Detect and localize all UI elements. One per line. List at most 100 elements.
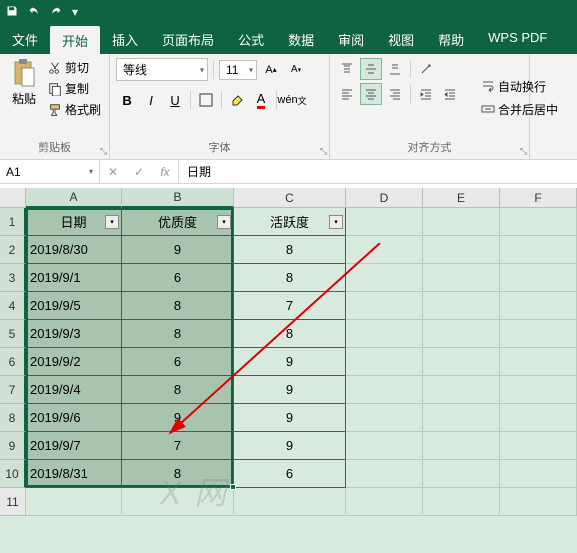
orientation-icon[interactable] <box>415 58 437 80</box>
cell[interactable] <box>500 488 577 516</box>
cell[interactable] <box>423 432 500 460</box>
wrap-text-button[interactable]: 自动换行 <box>481 78 558 95</box>
row-header[interactable]: 3 <box>0 264 26 292</box>
cell[interactable] <box>346 376 423 404</box>
worksheet-grid[interactable]: A B C D E F 1日期▾优质度▾活跃度▾22019/8/30983201… <box>0 188 577 553</box>
filter-dropdown-icon[interactable]: ▾ <box>105 215 119 229</box>
row-header[interactable]: 7 <box>0 376 26 404</box>
font-size-select[interactable]: 11▾ <box>219 60 257 80</box>
increase-indent-icon[interactable] <box>439 83 461 105</box>
copy-button[interactable]: 复制 <box>46 79 103 98</box>
bold-button[interactable]: B <box>116 89 138 111</box>
cell[interactable] <box>500 320 577 348</box>
tab-file[interactable]: 文件 <box>0 24 50 54</box>
cell-date[interactable]: 2019/9/6 <box>26 404 122 432</box>
undo-icon[interactable] <box>28 5 40 20</box>
cell-quality[interactable]: 8 <box>122 320 234 348</box>
row-header[interactable]: 5 <box>0 320 26 348</box>
cell[interactable] <box>346 488 423 516</box>
cut-button[interactable]: 剪切 <box>46 58 103 77</box>
cell-date[interactable]: 2019/8/31 <box>26 460 122 488</box>
tab-home[interactable]: 开始 <box>50 26 100 54</box>
align-top-icon[interactable] <box>336 58 358 80</box>
cell[interactable] <box>423 264 500 292</box>
tab-insert[interactable]: 插入 <box>100 24 150 54</box>
align-left-icon[interactable] <box>336 83 358 105</box>
save-icon[interactable] <box>6 5 18 20</box>
cell-activity[interactable]: 8 <box>234 236 346 264</box>
cell[interactable] <box>500 404 577 432</box>
align-right-icon[interactable] <box>384 83 406 105</box>
cell[interactable] <box>500 292 577 320</box>
fill-color-button[interactable] <box>226 89 248 111</box>
cell[interactable] <box>500 264 577 292</box>
cell[interactable] <box>346 432 423 460</box>
tab-review[interactable]: 审阅 <box>326 24 376 54</box>
cell[interactable] <box>500 208 577 236</box>
merge-center-button[interactable]: 合并后居中 <box>481 101 558 118</box>
cell-date[interactable]: 2019/9/1 <box>26 264 122 292</box>
row-header[interactable]: 9 <box>0 432 26 460</box>
align-center-icon[interactable] <box>360 83 382 105</box>
cell-activity[interactable]: 9 <box>234 348 346 376</box>
cell[interactable] <box>423 292 500 320</box>
row-header[interactable]: 11 <box>0 488 26 516</box>
decrease-indent-icon[interactable] <box>415 83 437 105</box>
row-header[interactable]: 4 <box>0 292 26 320</box>
alignment-dialog-launcher-icon[interactable]: ⤡ <box>520 146 527 157</box>
cell[interactable] <box>423 320 500 348</box>
cell-quality[interactable]: 9 <box>122 404 234 432</box>
cell[interactable] <box>500 432 577 460</box>
tab-data[interactable]: 数据 <box>276 24 326 54</box>
cell-date[interactable]: 2019/9/7 <box>26 432 122 460</box>
cell[interactable] <box>346 236 423 264</box>
cell-date[interactable]: 2019/9/5 <box>26 292 122 320</box>
column-header-d[interactable]: D <box>346 188 423 208</box>
fx-icon[interactable]: fx <box>152 165 178 179</box>
column-header-a[interactable]: A <box>26 188 122 208</box>
cell[interactable] <box>500 236 577 264</box>
cell[interactable] <box>423 376 500 404</box>
row-header[interactable]: 6 <box>0 348 26 376</box>
cell[interactable] <box>423 348 500 376</box>
cell[interactable] <box>26 488 122 516</box>
redo-icon[interactable] <box>50 5 62 20</box>
clipboard-dialog-launcher-icon[interactable]: ⤡ <box>100 146 107 157</box>
format-painter-button[interactable]: 格式刷 <box>46 100 103 119</box>
column-header-c[interactable]: C <box>234 188 346 208</box>
cell-quality[interactable]: 8 <box>122 376 234 404</box>
cell[interactable] <box>423 208 500 236</box>
cell[interactable] <box>346 264 423 292</box>
cell[interactable] <box>346 460 423 488</box>
cell[interactable] <box>346 320 423 348</box>
tab-page-layout[interactable]: 页面布局 <box>150 24 226 54</box>
cell[interactable] <box>346 404 423 432</box>
cell-header-activity[interactable]: 活跃度▾ <box>234 208 346 236</box>
border-button[interactable] <box>195 89 217 111</box>
accept-formula-icon[interactable]: ✓ <box>126 165 152 179</box>
row-header[interactable]: 1 <box>0 208 26 236</box>
name-box[interactable]: A1 ▾ <box>0 160 100 183</box>
cell[interactable] <box>423 488 500 516</box>
font-name-select[interactable]: 等线▾ <box>116 58 208 81</box>
cancel-formula-icon[interactable]: ✕ <box>100 165 126 179</box>
cell-quality[interactable]: 8 <box>122 292 234 320</box>
row-header[interactable]: 10 <box>0 460 26 488</box>
cell[interactable] <box>500 460 577 488</box>
name-box-caret-icon[interactable]: ▾ <box>89 167 93 176</box>
cell[interactable] <box>234 488 346 516</box>
cell-quality[interactable]: 6 <box>122 264 234 292</box>
cell-quality[interactable]: 6 <box>122 348 234 376</box>
tab-formulas[interactable]: 公式 <box>226 24 276 54</box>
cell[interactable] <box>500 348 577 376</box>
cell-date[interactable]: 2019/9/4 <box>26 376 122 404</box>
cell-activity[interactable]: 7 <box>234 292 346 320</box>
cell-date[interactable]: 2019/9/3 <box>26 320 122 348</box>
tab-wps-pdf[interactable]: WPS PDF <box>476 24 559 54</box>
tab-help[interactable]: 帮助 <box>426 24 476 54</box>
cell-activity[interactable]: 8 <box>234 320 346 348</box>
cell-header-quality[interactable]: 优质度▾ <box>122 208 234 236</box>
phonetic-guide-icon[interactable]: wén文 <box>281 89 303 111</box>
cell[interactable] <box>346 292 423 320</box>
formula-input[interactable]: 日期 <box>179 160 577 183</box>
